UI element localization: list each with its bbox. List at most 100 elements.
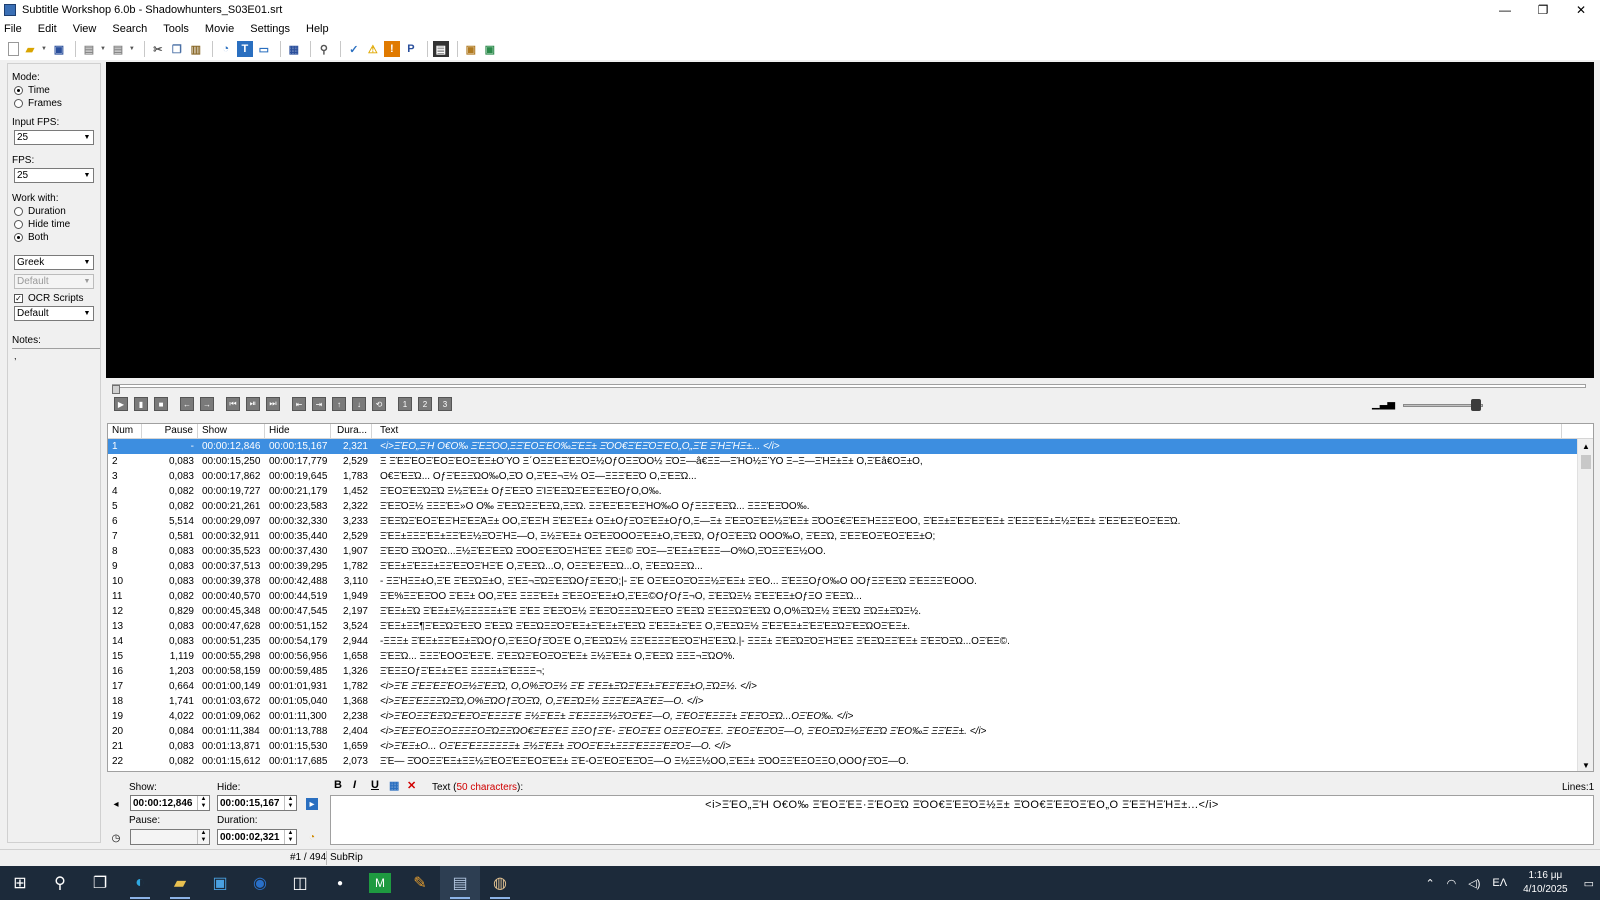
seek-thumb[interactable]	[112, 385, 120, 394]
maximize-button[interactable]: ❐	[1524, 0, 1562, 20]
table-row[interactable]: 15 1,119 00:00:55,298 00:00:56,956 1,658 ΞΈΞΏ…	[108, 649, 1593, 664]
zoom-1-icon[interactable]: 1	[398, 397, 412, 411]
menu-tools[interactable]: Tools	[163, 23, 189, 35]
warning-icon[interactable]: ⚠	[365, 41, 381, 57]
sync-icon[interactable]: ⟲	[372, 397, 386, 411]
set-hide-icon[interactable]: ⇥	[312, 397, 326, 411]
table-row[interactable]: 11 0,082 00:00:40,570 00:00:44,519 1,949 ΞΈ%Ξ…	[108, 589, 1593, 604]
table-row[interactable]: 19 4,022 00:01:09,062 00:01:11,300 2,238 <i>Ξ…	[108, 709, 1593, 724]
wifi-icon[interactable]: ◠	[1447, 877, 1457, 890]
spellcheck-icon[interactable]: ✓	[346, 41, 362, 57]
volume-thumb[interactable]	[1471, 399, 1481, 411]
save-icon[interactable]: ▣	[51, 41, 67, 57]
language-select[interactable]: Greek ▼	[14, 255, 94, 270]
translate-icon[interactable]: T	[236, 41, 253, 57]
outlook-icon[interactable]: ◉	[240, 866, 280, 900]
table-row[interactable]: 7 0,581 00:00:32,911 00:00:35,440 2,529 ΞΈΞ±Ξ…	[108, 529, 1593, 544]
new-file-icon[interactable]	[8, 42, 19, 56]
close-button[interactable]: ✕	[1562, 0, 1600, 20]
next-subtitle-icon[interactable]: ⏭	[266, 397, 280, 411]
scroll-up-icon[interactable]: ▲	[1578, 439, 1593, 453]
paint-icon[interactable]: ◍	[480, 866, 520, 900]
paste-icon[interactable]: ▥	[188, 41, 204, 57]
mode-frames-radio[interactable]: Frames	[14, 98, 96, 109]
column-header-text[interactable]: Text	[372, 424, 1562, 438]
edge-icon[interactable]: ◐	[120, 866, 160, 900]
work-duration-radio[interactable]: Duration	[14, 206, 96, 217]
work-both-radio[interactable]: Both	[14, 232, 96, 243]
open-dropdown-icon[interactable]: ▼	[41, 46, 47, 52]
table-row[interactable]: 10 0,083 00:00:39,378 00:00:42,488 3,110 - ΞΞ…	[108, 574, 1593, 589]
spinner-icon[interactable]: ▲ ▼	[284, 830, 296, 844]
table-row[interactable]: 5 0,082 00:00:21,261 00:00:23,583 2,322 ΞΈΞΌΞ…	[108, 499, 1593, 514]
minimize-button[interactable]: —	[1486, 0, 1524, 20]
zoom-2-icon[interactable]: 2	[418, 397, 432, 411]
open-icon[interactable]: ▰	[22, 41, 38, 57]
show-time-input[interactable]: 00:00:12,846 ▲ ▼	[130, 795, 210, 811]
subtitle-grid[interactable]: Num Pause Show Hide Dura... Text 1-00:00…	[107, 423, 1594, 772]
table-row[interactable]: 4 0,082 00:00:19,727 00:00:21,179 1,452 ΞΈΟΞΈ…	[108, 484, 1593, 499]
table-row[interactable]: 3 0,083 00:00:17,862 00:00:19,645 1,783 Ο€ΞΈΞ…	[108, 469, 1593, 484]
spinner-icon[interactable]: ▲ ▼	[197, 796, 209, 810]
menu-settings[interactable]: Settings	[250, 23, 290, 35]
info-icon[interactable]: ◔	[218, 41, 234, 57]
redo-icon[interactable]: ▤	[110, 41, 126, 57]
column-header-show[interactable]: Show	[198, 424, 265, 438]
column-header-num[interactable]: Num	[108, 424, 142, 438]
column-header-hide[interactable]: Hide	[265, 424, 331, 438]
bold-button[interactable]: B	[334, 779, 342, 791]
set-show-icon[interactable]: ⇤	[292, 397, 306, 411]
input-language[interactable]: ΕΛ	[1492, 877, 1507, 889]
notes-textarea[interactable]: ,	[12, 348, 100, 826]
play-subtitle-icon[interactable]: ⏯	[246, 397, 260, 411]
find-icon[interactable]: ⚲	[316, 41, 332, 57]
input-fps-select[interactable]: 25 ▼	[14, 130, 94, 145]
task-view-icon[interactable]: ❐	[80, 866, 120, 900]
scroll-down-icon[interactable]: ▼	[1578, 758, 1593, 771]
duration-time-input[interactable]: 00:00:02,321 ▲ ▼	[217, 829, 297, 845]
table-row[interactable]: 14 0,083 00:00:51,235 00:00:54,179 2,944 -ΞΞΞ…	[108, 634, 1593, 649]
redo-dropdown-icon[interactable]: ▼	[129, 46, 135, 52]
subtitle-workshop-taskbar-icon[interactable]: ▤	[440, 866, 480, 900]
file-explorer-icon[interactable]: ▰	[160, 866, 200, 900]
table-row[interactable]: 1 -00:00:12,846 00:00:15,167 2,321 <i>ΞΈΟ„ΞΉ…	[108, 439, 1593, 454]
stop-icon[interactable]: ■	[154, 397, 168, 411]
scroll-thumb[interactable]	[1581, 455, 1591, 469]
table-row[interactable]: 8 0,083 00:00:35,523 00:00:37,430 1,907 ΞΈΞΌ …	[108, 544, 1593, 559]
table-row[interactable]: 9 0,083 00:00:37,513 00:00:39,295 1,782 ΞΈΞ±Ξ…	[108, 559, 1593, 574]
hide-time-input[interactable]: 00:00:15,167 ▲ ▼	[217, 795, 297, 811]
play-icon[interactable]: ▶	[114, 397, 128, 411]
column-header-duration[interactable]: Dura...	[331, 424, 372, 438]
table-row[interactable]: 18 1,741 00:01:03,672 00:01:05,040 1,368 <i>Ξ…	[108, 694, 1593, 709]
film-icon[interactable]: ▤	[432, 41, 449, 57]
table-row[interactable]: 17 0,664 00:01:00,149 00:01:01,931 1,782 <i>Ξ…	[108, 679, 1593, 694]
spinner-icon[interactable]: ▲ ▼	[284, 796, 296, 810]
next-icon[interactable]: ▸	[306, 798, 318, 810]
windows-start-icon[interactable]: ⊞	[0, 866, 40, 900]
pause-time-input[interactable]: ▲ ▼	[130, 829, 210, 845]
end-subtitle-icon[interactable]: ↓	[352, 397, 366, 411]
import-icon[interactable]: ▣	[482, 41, 498, 57]
table-row[interactable]: 13 0,083 00:00:47,628 00:00:51,152 3,524 ΞΈΞ±…	[108, 619, 1593, 634]
pascal-icon[interactable]: P	[403, 41, 419, 57]
table-row[interactable]: 6 5,514 00:00:29,097 00:00:32,330 3,233 ΞΈΞΏΞ…	[108, 514, 1593, 529]
table-row[interactable]: 16 1,203 00:00:58,159 00:00:59,485 1,326 ΞΈΞΞ…	[108, 664, 1593, 679]
excel-icon[interactable]: M	[369, 873, 391, 893]
menu-file[interactable]: File	[4, 23, 22, 35]
menu-movie[interactable]: Movie	[205, 23, 234, 35]
app-window-icon[interactable]: ▣	[200, 866, 240, 900]
chevron-up-icon[interactable]: ⌃	[1425, 877, 1434, 890]
export-icon[interactable]: ▣	[463, 41, 479, 57]
zoom-3-icon[interactable]: 3	[438, 397, 452, 411]
table-row[interactable]: 21 0,083 00:01:13,871 00:01:15,530 1,659 <i>Ξ…	[108, 739, 1593, 754]
rewind-icon[interactable]: ←	[180, 397, 194, 411]
table-row[interactable]: 22 0,082 00:01:15,612 00:01:17,685 2,073 ΞΈ— …	[108, 754, 1593, 769]
work-hide-time-radio[interactable]: Hide time	[14, 219, 96, 230]
color-icon[interactable]: ▦	[389, 779, 399, 792]
ocr-scripts-select[interactable]: Default ▼	[14, 306, 94, 321]
italic-button[interactable]: I	[353, 779, 356, 791]
menu-help[interactable]: Help	[306, 23, 329, 35]
error-icon[interactable]: !	[383, 41, 400, 57]
ocr-icon[interactable]: ▦	[286, 41, 302, 57]
grid-scrollbar[interactable]: ▲ ▼	[1577, 439, 1593, 771]
